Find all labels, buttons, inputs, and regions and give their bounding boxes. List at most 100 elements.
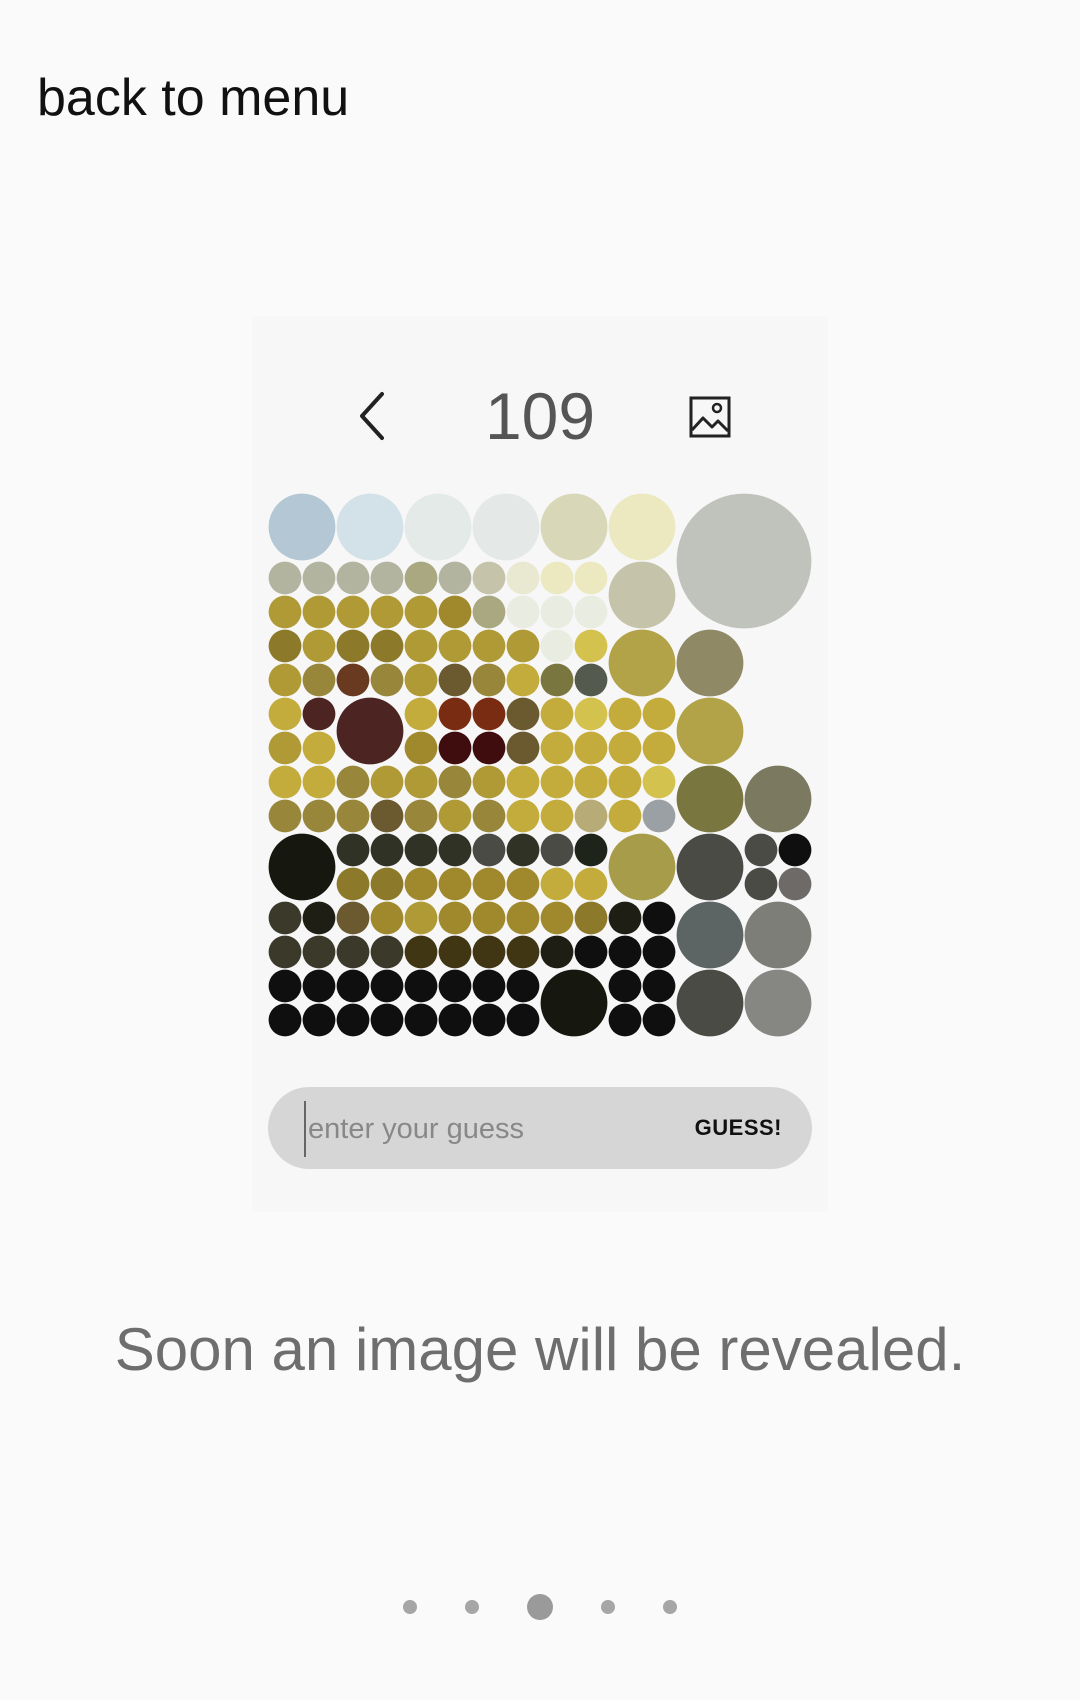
mosaic-circle: [336, 867, 370, 901]
mosaic-circle: [472, 1003, 506, 1037]
mosaic-circle: [268, 629, 302, 663]
mosaic-circle: [472, 561, 506, 595]
mosaic-circle: [404, 799, 438, 833]
mosaic-circle: [404, 493, 472, 561]
mosaic-circle: [506, 629, 540, 663]
mosaic-circle: [642, 697, 676, 731]
guess-button[interactable]: GUESS!: [695, 1087, 782, 1169]
page-dot[interactable]: [663, 1600, 677, 1614]
mosaic-circle: [574, 799, 608, 833]
mosaic-circle: [642, 731, 676, 765]
mosaic-circle: [438, 935, 472, 969]
mosaic-circle: [268, 697, 302, 731]
mosaic-circle: [268, 595, 302, 629]
mosaic-circle: [574, 935, 608, 969]
mosaic-circle: [472, 493, 540, 561]
mosaic-circle: [744, 833, 778, 867]
mosaic-circle: [540, 901, 574, 935]
mosaic-circle: [370, 833, 404, 867]
mosaic-circle: [676, 901, 744, 969]
image-icon: [689, 396, 731, 438]
mosaic-circle: [438, 799, 472, 833]
mosaic-circle: [574, 765, 608, 799]
mosaic-circle: [540, 663, 574, 697]
page-indicator: [0, 1590, 1080, 1624]
mosaic-circle: [404, 731, 438, 765]
mosaic-circle: [472, 833, 506, 867]
mosaic-circle: [438, 867, 472, 901]
mosaic-circle: [472, 663, 506, 697]
mosaic-circle: [676, 493, 812, 629]
mosaic-circle: [574, 901, 608, 935]
mosaic-circle: [472, 595, 506, 629]
mosaic-circle: [574, 561, 608, 595]
mosaic-circle: [472, 935, 506, 969]
mosaic-circle: [438, 629, 472, 663]
guess-bar: GUESS!: [268, 1087, 812, 1169]
mosaic-circle: [744, 867, 778, 901]
mosaic-circle: [472, 901, 506, 935]
page-dot[interactable]: [403, 1600, 417, 1614]
back-to-menu-link[interactable]: back to menu: [37, 62, 349, 134]
mosaic-circle: [302, 697, 336, 731]
puzzle-card: 109 GUESS!: [252, 316, 828, 1212]
mosaic-circle: [268, 1003, 302, 1037]
mosaic-circle: [268, 935, 302, 969]
mosaic-circle: [370, 969, 404, 1003]
mosaic-circle: [438, 765, 472, 799]
mosaic-circle: [540, 561, 574, 595]
mosaic-circle: [506, 1003, 540, 1037]
mosaic-circle: [404, 629, 438, 663]
mosaic-circle: [676, 969, 744, 1037]
mosaic-circle: [676, 765, 744, 833]
mosaic-circle: [404, 901, 438, 935]
mosaic-circle: [608, 493, 676, 561]
show-image-button[interactable]: [689, 396, 731, 438]
mosaic-circle: [370, 765, 404, 799]
mosaic-circle: [540, 629, 574, 663]
mosaic-circle: [370, 1003, 404, 1037]
mosaic-circle: [336, 697, 404, 765]
mosaic-circle: [302, 935, 336, 969]
mosaic-circle: [370, 799, 404, 833]
mosaic-circle: [540, 969, 608, 1037]
mosaic-circle: [336, 561, 370, 595]
mosaic-circle: [744, 969, 812, 1037]
mosaic-circle: [574, 833, 608, 867]
mosaic-circle: [778, 833, 812, 867]
mosaic-circle: [642, 969, 676, 1003]
mosaic-circle: [540, 595, 574, 629]
page-dot[interactable]: [601, 1600, 615, 1614]
page-dot[interactable]: [527, 1594, 553, 1620]
mosaic-circle: [336, 629, 370, 663]
mosaic-circle: [404, 969, 438, 1003]
mosaic-circle: [336, 901, 370, 935]
mosaic-circle: [438, 663, 472, 697]
reveal-message: Soon an image will be revealed.: [114, 1316, 966, 1383]
mosaic-circle: [540, 833, 574, 867]
mosaic-circle: [438, 969, 472, 1003]
mosaic-circle: [574, 629, 608, 663]
mosaic-circle: [302, 629, 336, 663]
mosaic-circle: [370, 629, 404, 663]
mosaic-circle: [540, 697, 574, 731]
page-dot[interactable]: [465, 1600, 479, 1614]
mosaic-circle: [438, 901, 472, 935]
mosaic-circle: [472, 697, 506, 731]
mosaic-circle: [506, 731, 540, 765]
mosaic-circle: [472, 731, 506, 765]
mosaic-circle: [540, 867, 574, 901]
mosaic-circle: [404, 697, 438, 731]
mosaic-circle: [506, 799, 540, 833]
mosaic-circle: [506, 595, 540, 629]
mosaic-circle: [574, 867, 608, 901]
mosaic-circle: [404, 765, 438, 799]
mosaic-circle: [268, 663, 302, 697]
mosaic-circle: [404, 1003, 438, 1037]
mosaic-circle: [302, 969, 336, 1003]
mosaic-circle: [506, 867, 540, 901]
mosaic-circle: [302, 1003, 336, 1037]
guess-input[interactable]: [304, 1101, 670, 1157]
mosaic-circle: [472, 629, 506, 663]
mosaic-circle: [404, 935, 438, 969]
